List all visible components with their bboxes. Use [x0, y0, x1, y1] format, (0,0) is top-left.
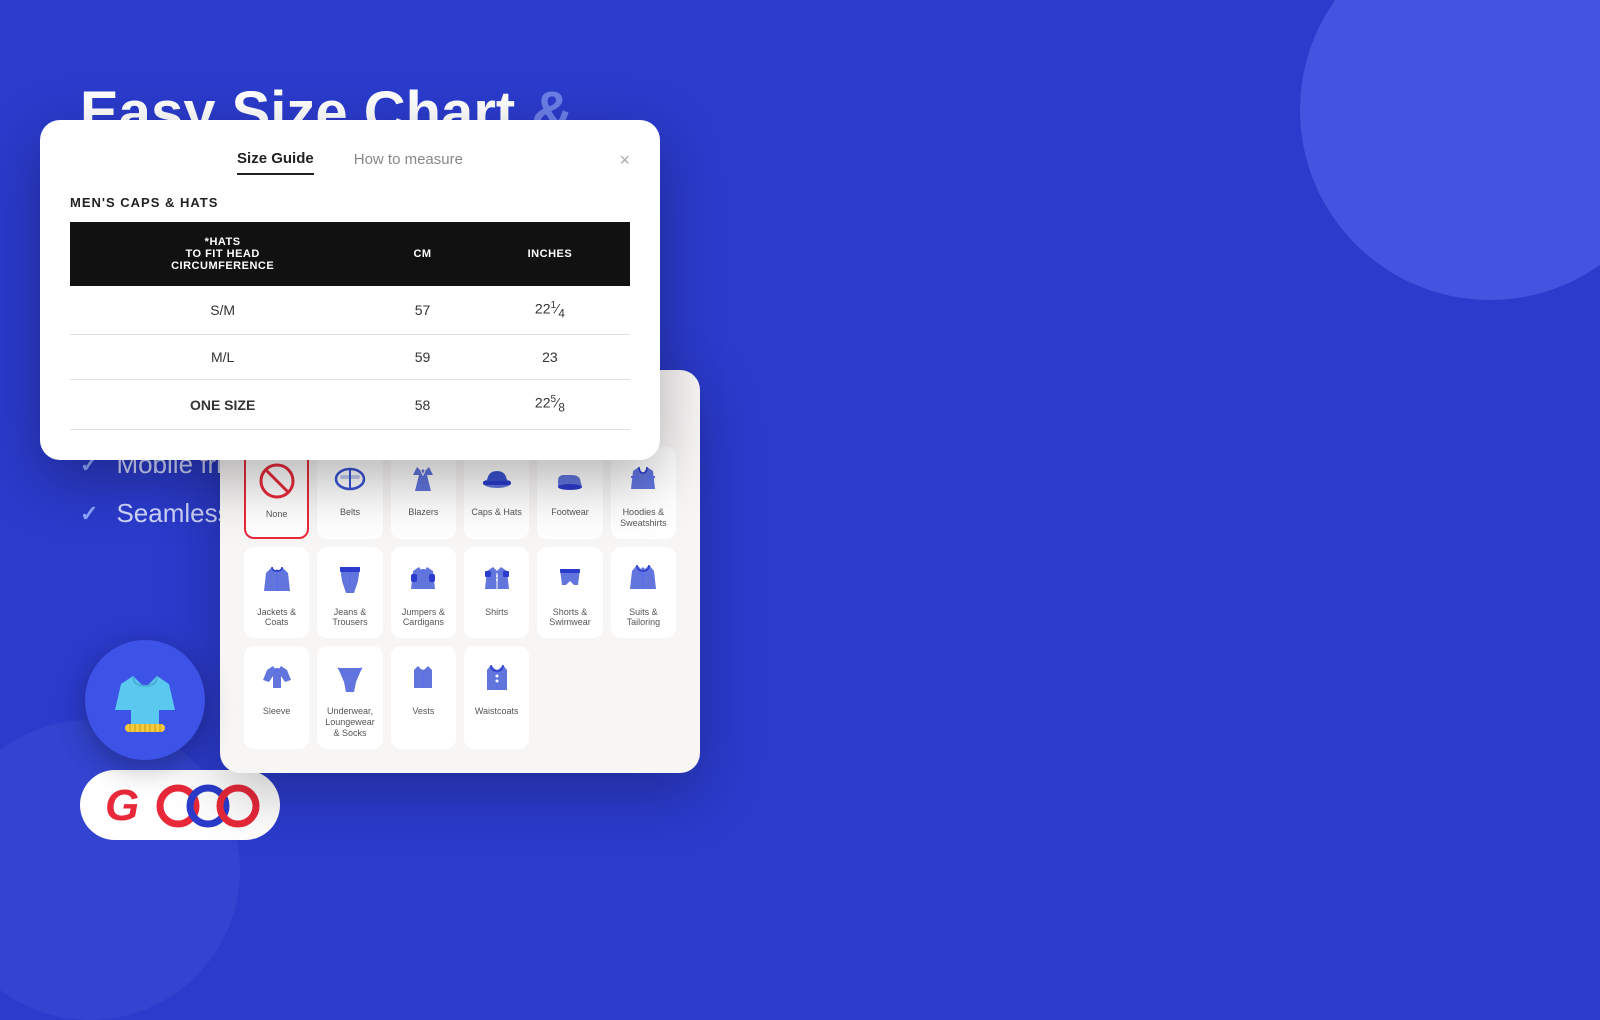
category-label-blazers: Blazers	[408, 507, 438, 518]
category-grid: None Belts Blazers	[244, 447, 676, 749]
check-icon-6: ✓	[80, 501, 98, 527]
category-label-hoodies: Hoodies & Sweatshirts	[615, 507, 672, 529]
belts-icon	[328, 457, 372, 501]
jeans-icon	[328, 557, 372, 601]
category-vests[interactable]: Vests	[391, 646, 456, 748]
category-label-jackets: Jackets & Coats	[248, 607, 305, 629]
inches-22-quarter: 221⁄4	[470, 286, 630, 335]
category-label-caps-hats: Caps & Hats	[471, 507, 522, 518]
size-ml: M/L	[70, 335, 375, 380]
caps-hats-icon	[475, 457, 519, 501]
cm-57: 57	[375, 286, 470, 335]
size-sm: S/M	[70, 286, 375, 335]
table-row: M/L 59 23	[70, 335, 630, 380]
logo-area: G	[80, 770, 280, 840]
size-one-size: ONE SIZE	[70, 380, 375, 429]
category-label-none: None	[266, 509, 288, 520]
category-sleeves[interactable]: Sleeve	[244, 646, 309, 748]
category-jackets[interactable]: Jackets & Coats	[244, 547, 309, 639]
inches-22-five-eighths: 225⁄8	[470, 380, 630, 429]
category-suits[interactable]: Suits & Tailoring	[611, 547, 676, 639]
modal-header: Size Guide How to measure ×	[70, 150, 630, 175]
category-shorts[interactable]: Shorts & Swimwear	[537, 547, 602, 639]
vests-icon	[401, 656, 445, 700]
floating-tshirt-icon	[85, 640, 205, 760]
jumpers-icon	[401, 557, 445, 601]
category-footwear[interactable]: Footwear	[537, 447, 602, 539]
category-label-belts: Belts	[340, 507, 360, 518]
cm-58: 58	[375, 380, 470, 429]
category-waistcoats[interactable]: Waistcoats	[464, 646, 529, 748]
shirts-icon	[475, 557, 519, 601]
category-caps-hats[interactable]: Caps & Hats	[464, 447, 529, 539]
category-label-sleeves: Sleeve	[263, 706, 291, 717]
category-label-shirts: Shirts	[485, 607, 508, 618]
table-header-size: *HATSTO FIT HEADCIRCUMFERENCE	[70, 222, 375, 286]
sleeves-icon	[255, 656, 299, 700]
shorts-icon	[548, 557, 592, 601]
blazers-icon	[401, 457, 445, 501]
none-icon	[255, 459, 299, 503]
category-label-shorts: Shorts & Swimwear	[541, 607, 598, 629]
category-label-vests: Vests	[412, 706, 434, 717]
bg-decoration-circle-bottom	[0, 720, 240, 1020]
jackets-icon	[255, 557, 299, 601]
category-underwear[interactable]: Underwear, Loungewear & Socks	[317, 646, 382, 748]
category-label-footwear: Footwear	[551, 507, 589, 518]
inches-23: 23	[470, 335, 630, 380]
svg-text:G: G	[105, 781, 139, 830]
modal-section-title: MEN'S CAPS & HATS	[70, 195, 630, 210]
cm-59: 59	[375, 335, 470, 380]
modal-tabs: Size Guide How to measure	[237, 150, 463, 175]
table-header-inches: INCHES	[470, 222, 630, 286]
category-blazers[interactable]: Blazers	[391, 447, 456, 539]
waistcoats-icon	[475, 656, 519, 700]
footwear-icon	[548, 457, 592, 501]
category-label-waistcoats: Waistcoats	[475, 706, 519, 717]
hoodies-icon	[621, 457, 665, 501]
suits-icon	[621, 557, 665, 601]
table-row: ONE SIZE 58 225⁄8	[70, 380, 630, 429]
category-label-underwear: Underwear, Loungewear & Socks	[321, 706, 378, 738]
category-shirts[interactable]: Shirts	[464, 547, 529, 639]
logo-svg: G	[100, 780, 260, 830]
category-jumpers[interactable]: Jumpers & Cardigans	[391, 547, 456, 639]
modal-close-button[interactable]: ×	[619, 150, 630, 171]
logo: G	[80, 770, 280, 840]
category-jeans[interactable]: Jeans & Trousers	[317, 547, 382, 639]
bg-decoration-circle-top	[1300, 0, 1600, 300]
category-label-jumpers: Jumpers & Cardigans	[395, 607, 452, 629]
category-hoodies[interactable]: Hoodies & Sweatshirts	[611, 447, 676, 539]
category-belts[interactable]: Belts	[317, 447, 382, 539]
category-label-suits: Suits & Tailoring	[615, 607, 672, 629]
tab-size-guide[interactable]: Size Guide	[237, 150, 314, 175]
category-label-jeans: Jeans & Trousers	[321, 607, 378, 629]
size-guide-modal: Size Guide How to measure × MEN'S CAPS &…	[40, 120, 660, 460]
tshirt-svg	[105, 660, 185, 740]
underwear-icon	[328, 656, 372, 700]
size-table: *HATSTO FIT HEADCIRCUMFERENCE CM INCHES …	[70, 222, 630, 430]
table-row: S/M 57 221⁄4	[70, 286, 630, 335]
category-none[interactable]: None	[244, 447, 309, 539]
tab-how-to-measure[interactable]: How to measure	[354, 151, 463, 174]
table-header-cm: CM	[375, 222, 470, 286]
